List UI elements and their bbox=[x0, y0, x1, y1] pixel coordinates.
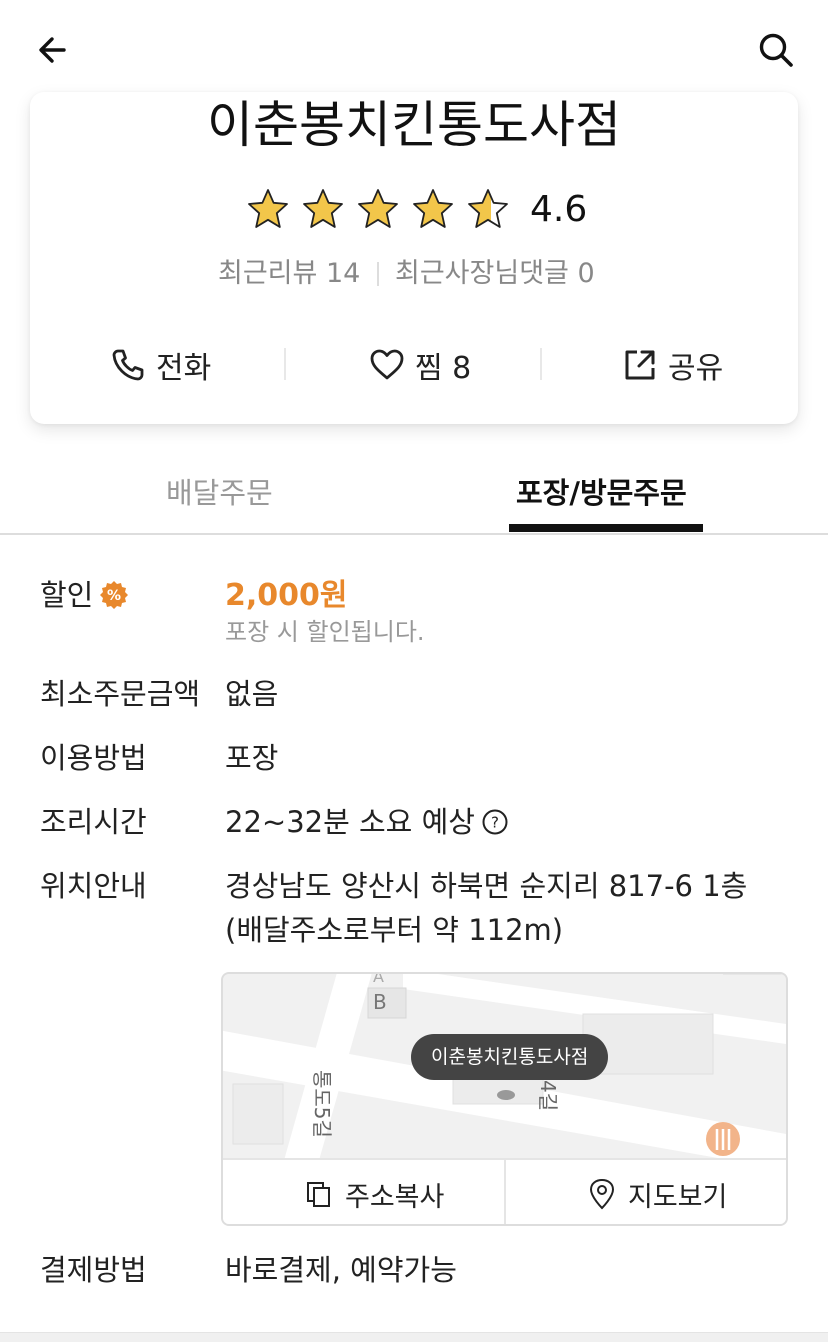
arrow-left-icon bbox=[39, 37, 66, 63]
search-button[interactable] bbox=[752, 26, 800, 74]
call-label: 전화 bbox=[156, 351, 212, 386]
copy-icon bbox=[307, 1182, 330, 1207]
half-star-icon bbox=[468, 189, 508, 228]
store-name: 이춘봉치킨통도사점 bbox=[207, 96, 621, 154]
cook-time-row: 22~32분 소요 예상 ? bbox=[225, 802, 509, 842]
cook-time-label: 조리시간 bbox=[40, 805, 147, 839]
recent-reviews-link[interactable]: 최근리뷰 14 bbox=[218, 254, 360, 294]
map-street-label: 4길 bbox=[536, 1080, 560, 1111]
phone-icon bbox=[112, 349, 144, 381]
heart-icon bbox=[370, 349, 404, 380]
share-button[interactable]: 공유 bbox=[622, 340, 723, 390]
svg-text:?: ? bbox=[491, 814, 499, 832]
copy-address-button[interactable]: 주소복사 bbox=[305, 1160, 445, 1224]
tab-delivery[interactable]: 배달주문 bbox=[166, 462, 273, 524]
share-label: 공유 bbox=[668, 351, 724, 386]
view-map-label: 지도보기 bbox=[628, 1181, 728, 1213]
active-tab-indicator bbox=[509, 524, 703, 532]
star-icon bbox=[413, 189, 453, 228]
usage-value: 포장 bbox=[225, 741, 279, 775]
recent-owner-replies-link[interactable]: 최근사장님댓글 0 bbox=[395, 254, 595, 294]
search-icon bbox=[759, 33, 793, 67]
divider bbox=[377, 262, 379, 286]
divider bbox=[540, 348, 542, 380]
tabs-divider bbox=[0, 533, 828, 535]
min-order-label: 최소주문금액 bbox=[40, 677, 201, 711]
svg-text:%: % bbox=[107, 588, 121, 604]
view-map-button[interactable]: 지도보기 bbox=[588, 1160, 728, 1224]
rating-value: 4.6 bbox=[530, 189, 588, 230]
star-icon bbox=[248, 189, 288, 228]
copy-address-label: 주소복사 bbox=[345, 1181, 445, 1213]
location-label: 위치안내 bbox=[40, 869, 147, 903]
divider bbox=[284, 348, 286, 380]
call-button[interactable]: 전화 bbox=[110, 340, 211, 390]
help-icon[interactable]: ? bbox=[481, 808, 509, 836]
back-button[interactable] bbox=[30, 26, 78, 74]
section-divider bbox=[0, 1332, 828, 1342]
discount-badge-icon: % bbox=[100, 581, 129, 609]
divider bbox=[504, 1160, 506, 1224]
map-actions: 주소복사 지도보기 bbox=[223, 1158, 786, 1224]
map-pin-label: 이춘봉치킨통도사점 bbox=[411, 1034, 609, 1080]
location-pin-icon bbox=[589, 1178, 615, 1210]
payment-label: 결제방법 bbox=[40, 1253, 147, 1287]
favorite-label: 찜 8 bbox=[415, 351, 472, 386]
share-icon bbox=[625, 350, 655, 380]
top-bar bbox=[0, 0, 828, 100]
discount-label: 할인 % bbox=[40, 575, 129, 615]
map-block-label-top: A bbox=[373, 974, 384, 986]
discount-note: 포장 시 할인됩니다. bbox=[225, 618, 425, 646]
star-icon bbox=[358, 189, 398, 228]
address-distance: (배달주소로부터 약 112m) bbox=[225, 913, 564, 947]
discount-label-text: 할인 bbox=[40, 578, 94, 612]
action-bar: 전화 찜 8 공유 bbox=[0, 340, 828, 390]
review-stats: 최근리뷰 14 최근사장님댓글 0 bbox=[0, 254, 828, 294]
order-type-tabs: 배달주문 포장/방문주문 bbox=[0, 462, 828, 534]
min-order-value: 없음 bbox=[225, 677, 279, 711]
tab-pickup[interactable]: 포장/방문주문 bbox=[516, 462, 687, 524]
map-street-label: 통도5길 bbox=[310, 1070, 334, 1138]
discount-value: 2,000원 bbox=[225, 578, 348, 613]
rating-row: 4.6 bbox=[0, 185, 828, 235]
map-block-label: B bbox=[373, 990, 387, 1014]
cook-time-value: 22~32분 소요 예상 bbox=[225, 805, 475, 839]
location-map[interactable]: B A 통도5길 4길 이춘봉치킨통도사점 주소복사 지도보기 bbox=[221, 972, 788, 1226]
usage-label: 이용방법 bbox=[40, 741, 147, 775]
payment-value: 바로결제, 예약가능 bbox=[225, 1253, 457, 1287]
favorite-button[interactable]: 찜 8 bbox=[369, 340, 471, 390]
star-icon bbox=[303, 189, 343, 228]
address-line1: 경상남도 양산시 하북면 순지리 817-6 1층 bbox=[225, 869, 748, 903]
